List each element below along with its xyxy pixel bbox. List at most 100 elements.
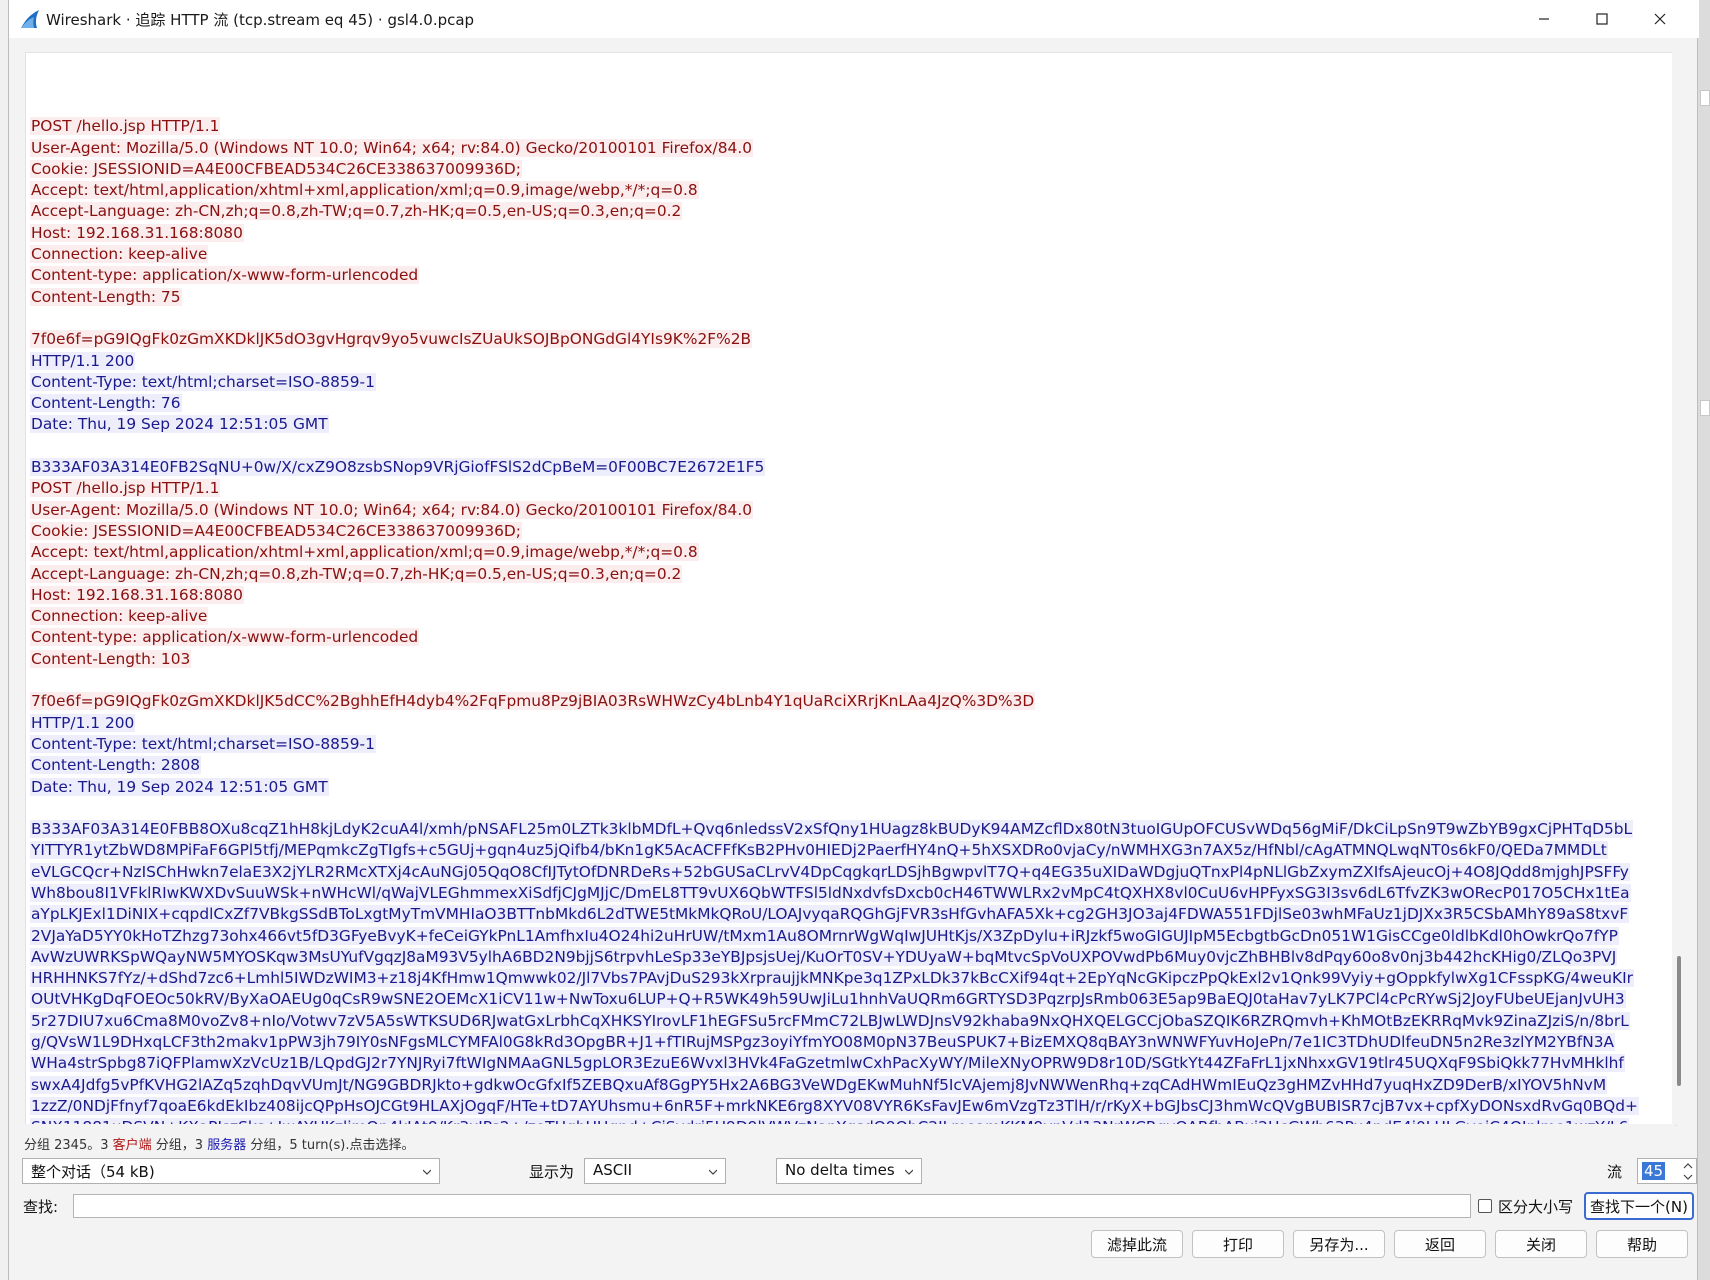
help-button[interactable]: 帮助 (1596, 1230, 1688, 1258)
client-stream-line[interactable]: User-Agent: Mozilla/5.0 (Windows NT 10.0… (30, 500, 1670, 521)
client-stream-line[interactable]: Content-Length: 103 (30, 649, 1670, 670)
client-stream-line[interactable]: Accept: text/html,application/xhtml+xml,… (30, 180, 1670, 201)
server-stream-line[interactable]: YITTYR1ytZbWD8MPiFaF6GPl5tfj/MEPqmkcZgTI… (30, 840, 1670, 861)
client-stream-line[interactable]: Host: 192.168.31.168:8080 (30, 223, 1670, 244)
stream-line-text: Host: 192.168.31.168:8080 (30, 585, 244, 604)
stream-content[interactable]: POST /hello.jsp HTTP/1.1 User-Agent: Mozi… (30, 95, 1670, 1125)
server-stream-line[interactable]: HTTP/1.1 200 (30, 351, 1670, 372)
background-window-edge (1700, 90, 1710, 106)
delta-times-select[interactable]: No delta times (776, 1158, 922, 1184)
status-suffix: 分组，5 turn(s).点击选择。 (246, 1138, 415, 1153)
encoding-select-value: ASCII (593, 1161, 633, 1179)
server-stream-line[interactable]: g/QVsW1L9DHxqLCF3th2makv1pPW3jh79IY0sNFg… (30, 1032, 1670, 1053)
server-stream-line[interactable]: AvWzUWRKSpWQayNW5MYOSKqw3MsUYufVgqzJ8aM9… (30, 947, 1670, 968)
stream-number-spinbox[interactable]: 45 (1637, 1158, 1697, 1184)
server-stream-line[interactable]: OUtVHKgDqFOEOc50kRV/ByXaOAEUg0qCsR9wSNE2… (30, 989, 1670, 1010)
window-title: Wireshark · 追踪 HTTP 流 (tcp.stream eq 45)… (46, 11, 475, 29)
minimize-button[interactable] (1515, 0, 1573, 38)
filter-out-stream-button[interactable]: 滤掉此流 (1091, 1230, 1183, 1258)
stream-line-text: POST /hello.jsp HTTP/1.1 (30, 117, 221, 136)
print-button[interactable]: 打印 (1192, 1230, 1284, 1258)
horizontal-scrollbar[interactable] (25, 1124, 1675, 1132)
stream-line-text: swxA4Jdfg5vPfKVHG2lAZq5zqhDqvVUmJt/NG9GB… (30, 1075, 1608, 1094)
client-stream-line[interactable]: Accept-Language: zh-CN,zh;q=0.8,zh-TW;q=… (30, 564, 1670, 585)
encoding-select[interactable]: ASCII (584, 1158, 726, 1184)
delta-times-select-value: No delta times (785, 1161, 895, 1179)
vertical-scrollbar[interactable] (1672, 52, 1686, 1124)
save-as-button[interactable]: 另存为... (1293, 1230, 1385, 1258)
client-stream-line[interactable]: 7f0e6f=pG9IQgFk0zGmXKDklJK5dCC%2BghhEfH4… (30, 691, 1670, 712)
server-stream-line[interactable]: B333AF03A314E0FBB8OXu8cqZ1hH8kjLdyK2cuA4… (30, 819, 1670, 840)
stream-status-text: 分组 2345。3 客户端 分组，3 服务器 分组，5 turn(s).点击选择… (24, 1134, 414, 1153)
stream-number-value[interactable]: 45 (1642, 1162, 1666, 1180)
show-as-label: 显示为 (529, 1163, 575, 1181)
case-sensitive-label: 区分大小写 (1498, 1198, 1574, 1216)
client-stream-line[interactable]: Cookie: JSESSIONID=A4E00CFBEAD534C26CE33… (30, 521, 1670, 542)
stream-line-text: YITTYR1ytZbWD8MPiFaF6GPl5tfj/MEPqmkcZgTI… (30, 841, 1608, 860)
server-stream-line[interactable]: swxA4Jdfg5vPfKVHG2lAZq5zqhDqvVUmJt/NG9GB… (30, 1075, 1670, 1096)
client-stream-line[interactable]: POST /hello.jsp HTTP/1.1 (30, 478, 1670, 499)
client-stream-line[interactable]: POST /hello.jsp HTTP/1.1 (30, 116, 1670, 137)
spin-down-icon[interactable] (1683, 1172, 1693, 1182)
server-stream-line[interactable]: Date: Thu, 19 Sep 2024 12:51:05 GMT (30, 414, 1670, 435)
maximize-button[interactable] (1573, 0, 1631, 38)
server-stream-line[interactable]: HRHHNKS7fYz/+dShd7zc6+Lmhl5IWDzWIM3+z18j… (30, 968, 1670, 989)
client-stream-line[interactable]: User-Agent: Mozilla/5.0 (Windows NT 10.0… (30, 138, 1670, 159)
case-sensitive-checkbox[interactable] (1478, 1199, 1492, 1213)
spin-up-icon[interactable] (1683, 1161, 1693, 1171)
client-stream-line[interactable]: 7f0e6f=pG9IQgFk0zGmXKDklJK5dO3gvHgrqv9yo… (30, 329, 1670, 350)
server-stream-line[interactable]: Wh8bou8I1VFklRIwKWXDvSuuWSk+nWHcWl/qWajV… (30, 883, 1670, 904)
stream-text-view[interactable]: POST /hello.jsp HTTP/1.1 User-Agent: Mozi… (25, 52, 1677, 1126)
server-stream-line[interactable]: aYpLKJExl1DiNIX+cqpdlCxZf7VBkgSSdBToLxgt… (30, 904, 1670, 925)
server-stream-line[interactable]: Content-Length: 2808 (30, 755, 1670, 776)
stream-blank-line[interactable] (30, 670, 1670, 691)
conversation-select[interactable]: 整个对话（54 kB) (22, 1158, 440, 1184)
server-stream-line[interactable]: Content-Type: text/html;charset=ISO-8859… (30, 734, 1670, 755)
chevron-down-icon (423, 1169, 431, 1175)
server-stream-line[interactable]: HTTP/1.1 200 (30, 713, 1670, 734)
server-stream-line[interactable]: 5r27DIU7xu6Cma8M0voZv8+nIo/Votwv7zV5A5sW… (30, 1011, 1670, 1032)
stream-blank-line[interactable] (30, 95, 1670, 116)
stream-line-text: Content-Length: 75 (30, 287, 182, 306)
server-stream-line[interactable]: eVLGCQcr+NzISChHwkn7elaE3X2jYLR2RMcXTXj4… (30, 862, 1670, 883)
server-stream-line[interactable]: Content-Type: text/html;charset=ISO-8859… (30, 372, 1670, 393)
close-window-button[interactable] (1631, 0, 1689, 38)
stream-line-text: HTTP/1.1 200 (30, 713, 136, 732)
stream-line-text: Wh8bou8I1VFklRIwKWXDvSuuWSk+nWHcWl/qWajV… (30, 883, 1631, 902)
stream-line-text: 5r27DIU7xu6Cma8M0voZv8+nIo/Votwv7zV5A5sW… (30, 1011, 1630, 1030)
server-stream-line[interactable]: WHa4strSpbg87iQFPlamwXzVcUz1B/LQpdGJ2r7Y… (30, 1053, 1670, 1074)
title-bar[interactable]: Wireshark · 追踪 HTTP 流 (tcp.stream eq 45)… (9, 0, 1699, 38)
client-stream-line[interactable]: Content-Length: 75 (30, 287, 1670, 308)
server-stream-line[interactable]: 1zzZ/0NDjFfnyf7qoaE6kdEkIbz408ijcQPpHsOJ… (30, 1096, 1670, 1117)
status-client-word: 客户端 (112, 1138, 152, 1153)
client-stream-line[interactable]: Cookie: JSESSIONID=A4E00CFBEAD534C26CE33… (30, 159, 1670, 180)
stream-blank-line[interactable] (30, 436, 1670, 457)
stream-line-text: B333AF03A314E0FBB8OXu8cqZ1hH8kjLdyK2cuA4… (30, 820, 1634, 839)
stream-blank-line[interactable] (30, 798, 1670, 819)
status-mid: 分组，3 (151, 1138, 208, 1153)
stream-line-text: User-Agent: Mozilla/5.0 (Windows NT 10.0… (30, 138, 754, 157)
stream-blank-line[interactable] (30, 308, 1670, 329)
server-stream-line[interactable]: B333AF03A314E0FB2SqNU+0w/X/cxZ9O8zsbSNop… (30, 457, 1670, 478)
follow-stream-window: Wireshark · 追踪 HTTP 流 (tcp.stream eq 45)… (8, 0, 1699, 1280)
stream-line-text: Accept-Language: zh-CN,zh;q=0.8,zh-TW;q=… (30, 202, 683, 221)
client-stream-line[interactable]: Connection: keep-alive (30, 244, 1670, 265)
client-stream-line[interactable]: Content-type: application/x-www-form-url… (30, 627, 1670, 648)
client-stream-line[interactable]: Content-type: application/x-www-form-url… (30, 265, 1670, 286)
back-button[interactable]: 返回 (1394, 1230, 1486, 1258)
scrollbar-thumb[interactable] (1677, 956, 1681, 1086)
server-stream-line[interactable]: Date: Thu, 19 Sep 2024 12:51:05 GMT (30, 777, 1670, 798)
find-next-button[interactable]: 查找下一个(N) (1584, 1192, 1694, 1220)
server-stream-line[interactable]: Content-Length: 76 (30, 393, 1670, 414)
stream-line-text: Connection: keep-alive (30, 245, 209, 264)
client-stream-line[interactable]: Host: 192.168.31.168:8080 (30, 585, 1670, 606)
conversation-select-value: 整个对话（54 kB) (31, 1163, 155, 1181)
find-input[interactable] (73, 1194, 1471, 1218)
client-stream-line[interactable]: Connection: keep-alive (30, 606, 1670, 627)
server-stream-line[interactable]: 2VJaYaD5YY0kHoTZhzg73ohx466vt5fD3GFyeBvy… (30, 926, 1670, 947)
wireshark-fin-icon (21, 10, 39, 28)
close-button[interactable]: 关闭 (1495, 1230, 1587, 1258)
stream-line-text: Content-Length: 2808 (30, 756, 202, 775)
client-stream-line[interactable]: Accept: text/html,application/xhtml+xml,… (30, 542, 1670, 563)
client-stream-line[interactable]: Accept-Language: zh-CN,zh;q=0.8,zh-TW;q=… (30, 201, 1670, 222)
